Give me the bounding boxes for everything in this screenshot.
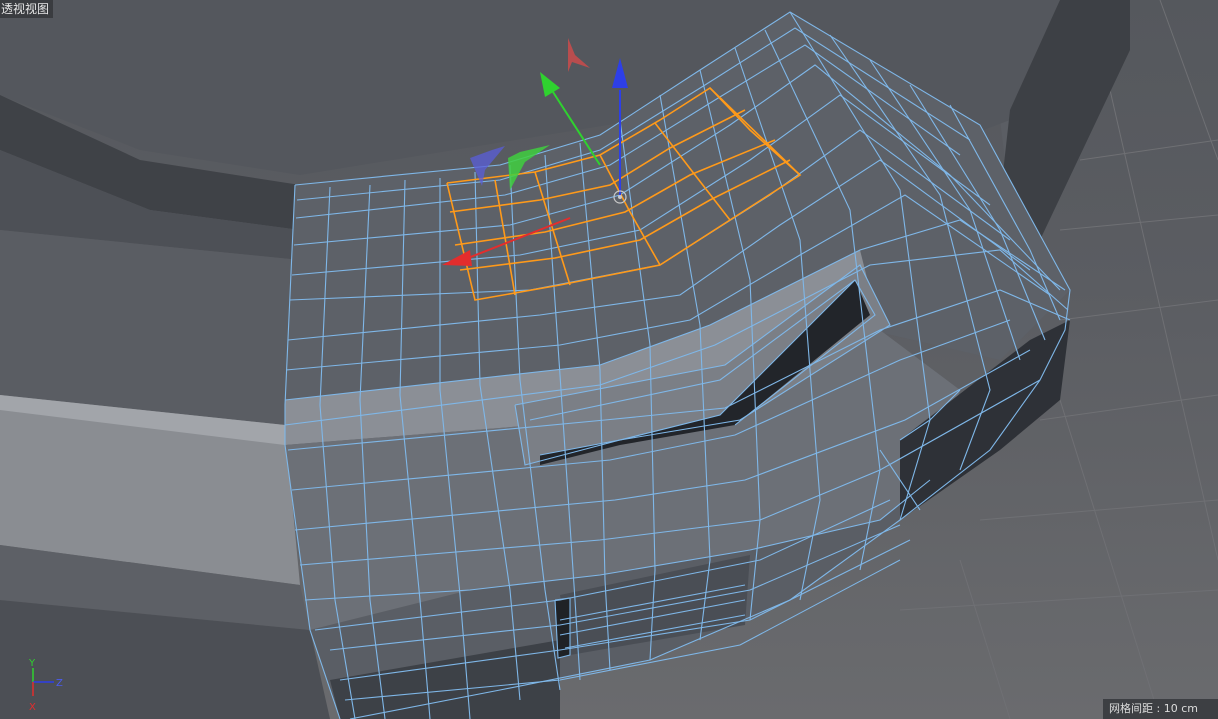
grid-spacing-label: 网格间距 : 10 cm bbox=[1103, 699, 1218, 719]
world-axis-icon: Y Z X bbox=[28, 658, 63, 713]
viewport-title: 透视视图 bbox=[0, 0, 54, 18]
axis-label-y: Y bbox=[28, 658, 36, 669]
perspective-viewport[interactable]: 透视视图 网格间距 : 10 cm Y Z X bbox=[0, 0, 1218, 719]
axis-label-x: X bbox=[29, 702, 36, 713]
axis-label-z: Z bbox=[56, 678, 63, 689]
3d-scene[interactable] bbox=[0, 0, 1218, 719]
